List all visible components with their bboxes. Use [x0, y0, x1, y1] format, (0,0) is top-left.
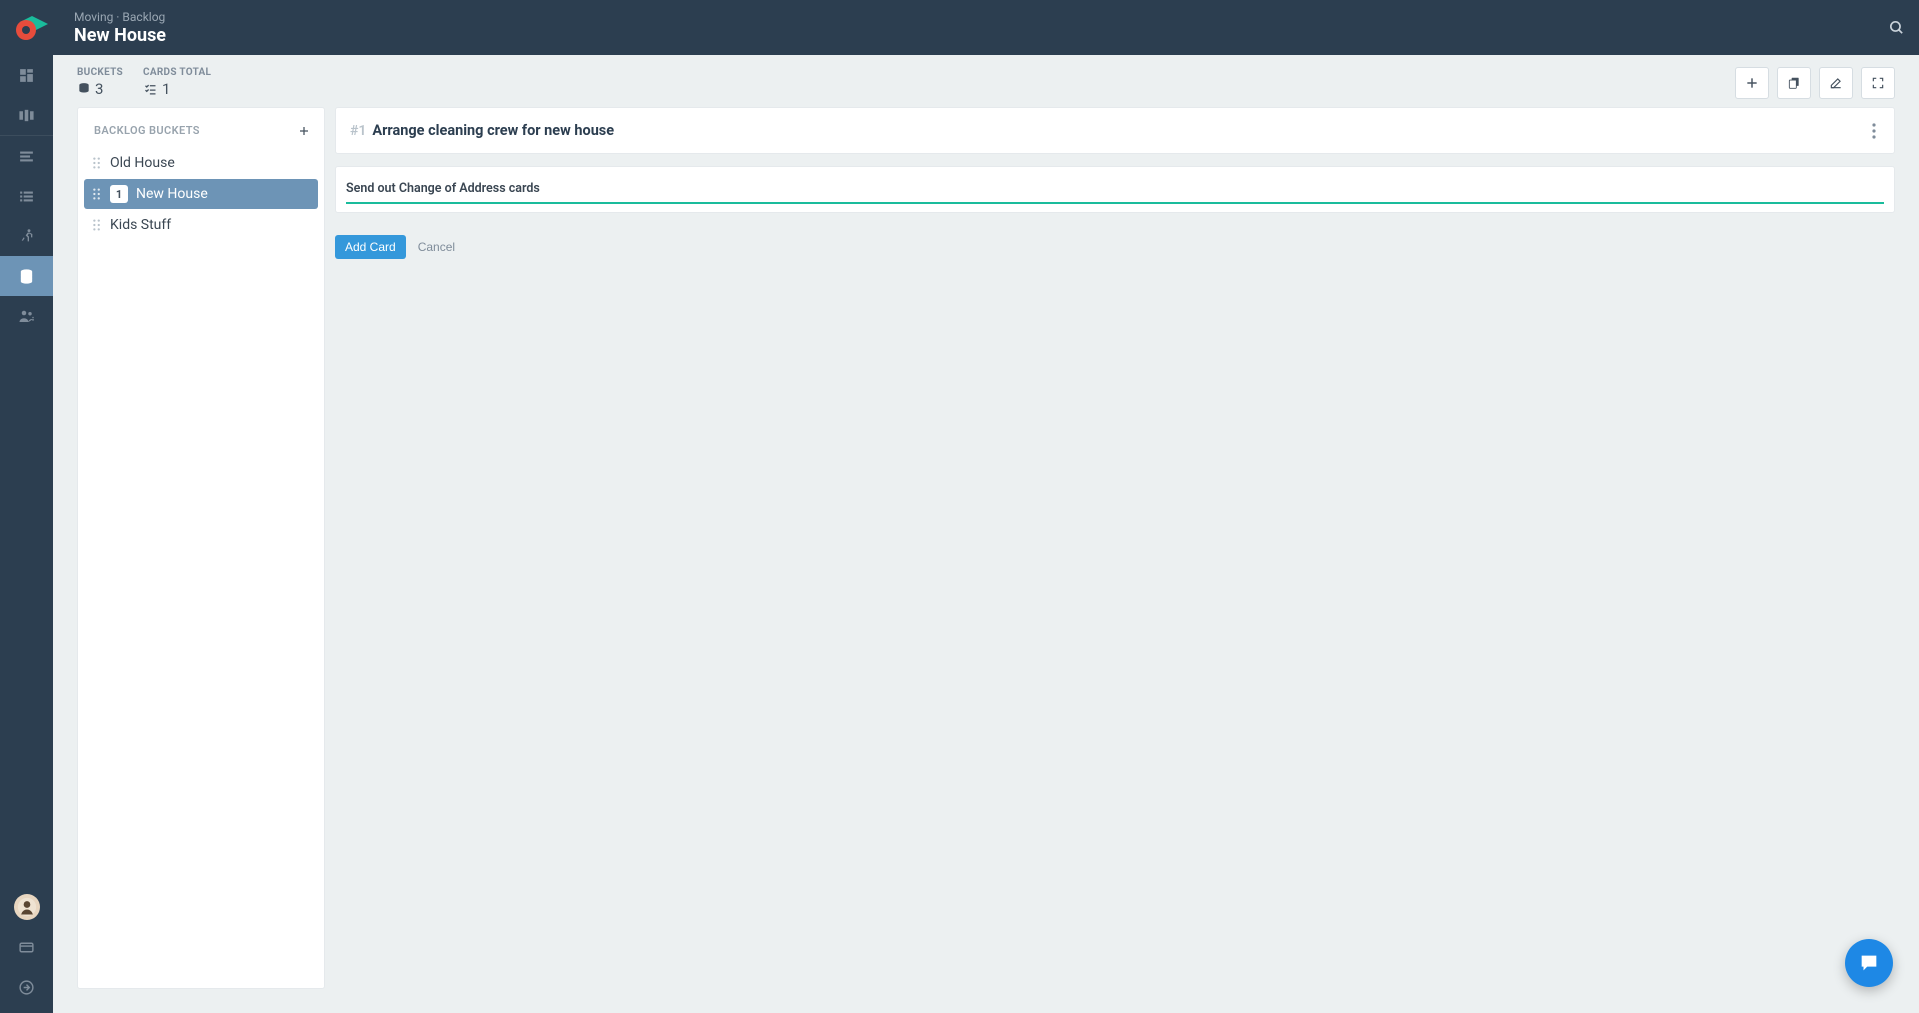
- nav-team[interactable]: [0, 296, 53, 336]
- bucket-label: New House: [136, 186, 310, 202]
- fullscreen-button[interactable]: [1861, 67, 1895, 99]
- dashboard-icon: [18, 67, 35, 84]
- plus-icon: [1745, 76, 1759, 90]
- stat-cards: CARDS TOTAL 1: [143, 67, 211, 98]
- bucket-item[interactable]: 1 New House: [84, 179, 318, 209]
- add-button[interactable]: [1735, 67, 1769, 99]
- stat-buckets-label: BUCKETS: [77, 67, 123, 78]
- stats-row: BUCKETS 3 CARDS TOTAL 1: [77, 67, 1895, 99]
- drag-handle-icon[interactable]: [92, 156, 102, 170]
- edit-button[interactable]: [1819, 67, 1853, 99]
- stat-buckets-value: 3: [95, 80, 103, 98]
- expand-icon: [1871, 76, 1885, 90]
- new-card-form: [335, 166, 1895, 213]
- bucket-label: Kids Stuff: [110, 217, 310, 233]
- database-icon: [77, 82, 91, 96]
- nav-boards[interactable]: [0, 95, 53, 135]
- database-icon: [18, 268, 35, 285]
- checklist-icon: [143, 82, 158, 97]
- add-bucket-button[interactable]: [298, 125, 310, 137]
- edit-icon: [1829, 76, 1843, 90]
- bucket-item[interactable]: Kids Stuff: [84, 211, 318, 239]
- cards-column: #1 Arrange cleaning crew for new house Ad…: [335, 107, 1895, 989]
- toolbar: [1735, 67, 1895, 99]
- stat-cards-value: 1: [162, 80, 170, 98]
- header-titles: Moving · Backlog New House: [74, 10, 166, 46]
- list-icon: [18, 188, 35, 205]
- logout-icon: [18, 979, 35, 996]
- buckets-panel: BACKLOG BUCKETS Old House 1 New House Kids …: [77, 107, 325, 989]
- breadcrumb: Moving · Backlog: [74, 10, 166, 24]
- chat-icon: [1858, 952, 1880, 974]
- nav-sprints[interactable]: [0, 216, 53, 256]
- top-bar: Moving · Backlog New House: [0, 0, 1919, 55]
- card-row[interactable]: #1 Arrange cleaning crew for new house: [335, 107, 1895, 154]
- bars-icon: [18, 148, 35, 165]
- buckets-panel-title: BACKLOG BUCKETS: [94, 124, 200, 137]
- columns-icon: [18, 107, 35, 124]
- bucket-item[interactable]: Old House: [84, 149, 318, 177]
- nav-dashboard[interactable]: [0, 55, 53, 95]
- cancel-button[interactable]: Cancel: [418, 240, 455, 254]
- credit-card-icon: [18, 939, 35, 956]
- stat-cards-label: CARDS TOTAL: [143, 67, 211, 78]
- add-card-button[interactable]: Add Card: [335, 235, 406, 259]
- nav-backlog[interactable]: [0, 256, 53, 296]
- nav-logout[interactable]: [0, 967, 53, 1007]
- nav-user-avatar[interactable]: [0, 887, 53, 927]
- main-content: BUCKETS 3 CARDS TOTAL 1: [53, 55, 1919, 1013]
- drag-handle-icon[interactable]: [92, 218, 102, 232]
- bucket-label: Old House: [110, 155, 310, 171]
- copy-icon: [1787, 76, 1801, 90]
- chat-fab[interactable]: [1845, 939, 1893, 987]
- left-nav: [0, 55, 53, 1013]
- nav-timeline[interactable]: [0, 136, 53, 176]
- page-title: New House: [74, 25, 166, 46]
- card-menu-button[interactable]: [1866, 123, 1882, 139]
- card-index: #1: [350, 123, 366, 139]
- card-title: Arrange cleaning crew for new house: [372, 122, 1866, 139]
- team-icon: [18, 307, 36, 325]
- avatar-icon: [17, 897, 37, 917]
- kebab-icon: [1872, 123, 1876, 139]
- drag-handle-icon[interactable]: [92, 187, 102, 201]
- copy-button[interactable]: [1777, 67, 1811, 99]
- nav-list[interactable]: [0, 176, 53, 216]
- nav-billing[interactable]: [0, 927, 53, 967]
- plus-icon: [298, 125, 310, 137]
- search-button[interactable]: [1873, 0, 1919, 55]
- stat-buckets: BUCKETS 3: [77, 67, 123, 98]
- bucket-count-badge: 1: [110, 185, 128, 203]
- new-card-input[interactable]: [346, 177, 1884, 204]
- app-logo[interactable]: [12, 8, 52, 48]
- search-icon: [1888, 19, 1905, 36]
- running-icon: [19, 228, 35, 244]
